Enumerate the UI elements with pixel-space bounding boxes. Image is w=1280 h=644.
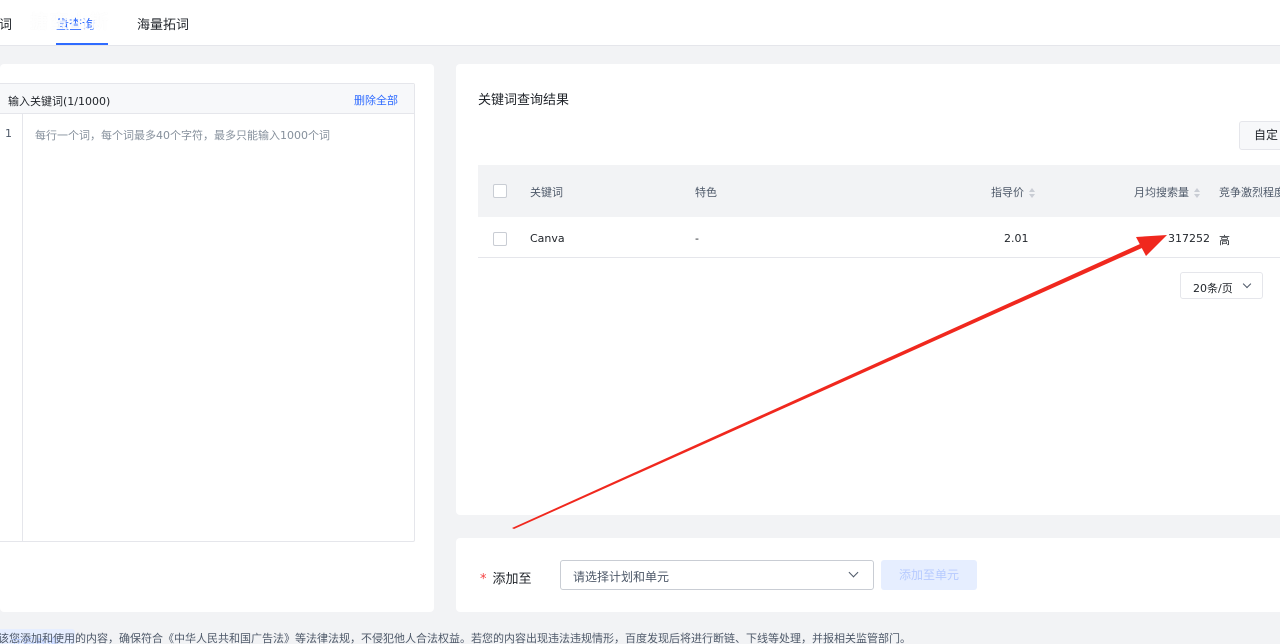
cell-competition: 高: [1219, 234, 1230, 247]
active-tab-indicator: [56, 43, 108, 45]
keyword-input-panel: 输入关键词(1/1000) 删除全部 1 每行一个词，每个词最多40个字符，最多…: [0, 64, 434, 644]
delete-all-link[interactable]: 删除全部: [354, 92, 398, 108]
results-table: 关键词 特色 指导价 月均搜索量 竞争激烈程度 Canva - 2.01 317…: [478, 165, 1280, 258]
page-size-value: 20条/页: [1193, 282, 1233, 295]
sort-icon[interactable]: [1194, 188, 1201, 198]
cell-price: 2.01: [1004, 232, 1029, 245]
column-header-keyword: 关键词: [530, 186, 563, 199]
tab-keyword[interactable]: 键词: [0, 14, 12, 33]
keyword-input-header: 输入关键词(1/1000) 删除全部: [0, 84, 414, 114]
required-mark: *: [480, 572, 487, 587]
chevron-down-icon: [848, 567, 859, 578]
footer-note: 该您添加和使用的内容，确保符合《中华人民共和国广告法》等法律法规，不侵犯他人合法…: [0, 632, 911, 644]
tab-bar: 键词 量查询 海量拓词 搪蛮山斯: [0, 0, 1280, 46]
keyword-input-title: 输入关键词(1/1000): [8, 95, 111, 108]
keyword-textarea[interactable]: 每行一个词，每个词最多40个字符，最多只能输入1000个词: [35, 127, 330, 143]
column-header-price-label: 指导价: [991, 186, 1024, 199]
sort-icon[interactable]: [1029, 188, 1036, 198]
chevron-down-icon: [1242, 279, 1252, 289]
table-header: 关键词 特色 指导价 月均搜索量 竞争激烈程度: [478, 165, 1280, 217]
cell-volume: 317252: [1168, 232, 1210, 245]
column-header-feature: 特色: [695, 186, 717, 199]
keyword-input-box: 输入关键词(1/1000) 删除全部 1 每行一个词，每个词最多40个字符，最多…: [0, 83, 415, 542]
line-number-gutter: 1: [0, 114, 23, 541]
results-panel: 关键词查询结果 自定 关键词 特色 指导价 月均搜索量 竞争激烈程度 Canva…: [456, 64, 1280, 515]
page-size-select[interactable]: 20条/页: [1180, 272, 1263, 299]
column-header-price[interactable]: 指导价: [991, 184, 1036, 200]
row-checkbox[interactable]: [493, 232, 507, 246]
line-number: 1: [5, 127, 12, 140]
add-to-label-text: 添加至: [492, 572, 532, 587]
column-header-volume[interactable]: 月均搜索量: [1134, 184, 1201, 200]
cell-feature: -: [695, 232, 699, 245]
cell-keyword: Canva: [530, 232, 565, 245]
watermark-text: 搪蛮山斯: [30, 12, 110, 33]
add-to-panel: * 添加至 请选择计划和单元 添加至单元: [456, 538, 1280, 612]
results-title: 关键词查询结果: [478, 93, 570, 108]
plan-unit-select[interactable]: 请选择计划和单元: [560, 560, 874, 590]
add-to-label: * 添加至: [480, 568, 532, 587]
tab-mass-expand[interactable]: 海量拓词: [137, 14, 189, 33]
page-root: 键词 量查询 海量拓词 搪蛮山斯 输入关键词(1/1000) 删除全部 1 每行…: [0, 0, 1280, 644]
add-to-unit-button[interactable]: 添加至单元: [881, 560, 977, 590]
table-row: Canva - 2.01 317252 高: [478, 217, 1280, 258]
select-all-checkbox[interactable]: [493, 184, 507, 198]
column-header-volume-label: 月均搜索量: [1134, 186, 1189, 199]
plan-unit-placeholder: 请选择计划和单元: [573, 570, 670, 584]
column-header-competition: 竞争激烈程度: [1219, 186, 1280, 199]
custom-columns-button[interactable]: 自定: [1239, 121, 1280, 150]
